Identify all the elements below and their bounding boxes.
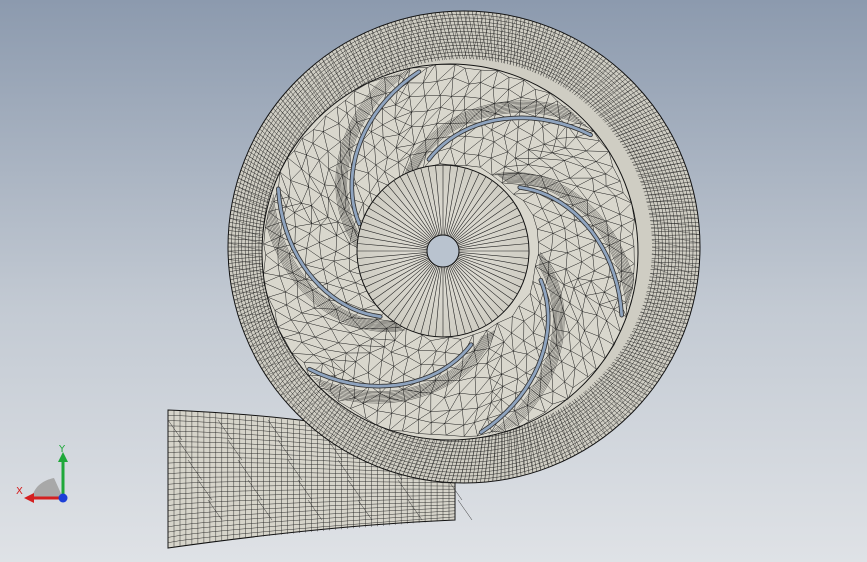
graphics-viewport[interactable]: X Y bbox=[0, 0, 867, 562]
triad-axes bbox=[24, 452, 68, 503]
x-arrow-icon bbox=[24, 493, 34, 503]
y-axis-label: Y bbox=[59, 444, 66, 455]
triad-plane-icon bbox=[32, 478, 63, 498]
pump-mesh-model[interactable] bbox=[0, 0, 867, 562]
shaft-bore bbox=[426, 234, 460, 268]
orientation-triad[interactable]: X Y bbox=[10, 440, 80, 510]
z-axis-icon bbox=[58, 493, 68, 503]
impeller-hub[interactable] bbox=[356, 164, 530, 338]
x-axis-label: X bbox=[16, 486, 23, 497]
